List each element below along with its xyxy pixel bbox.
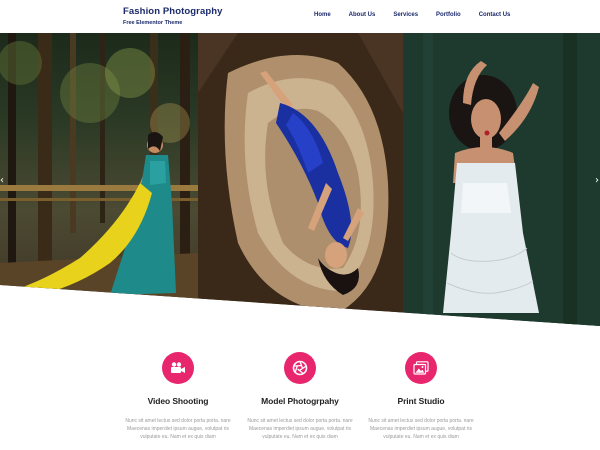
- teal-gown-photo: [0, 33, 198, 326]
- nav-item-about-us[interactable]: About Us: [349, 12, 376, 18]
- blue-dress-photo: [198, 33, 403, 326]
- feature-model-photography: Model Photogrpahy Nunc sit amet lectus s…: [240, 352, 360, 441]
- site-branding[interactable]: Fashion Photography Free Elementor Theme: [123, 6, 223, 26]
- site-tagline: Free Elementor Theme: [123, 20, 183, 26]
- feature-title: Model Photogrpahy: [261, 396, 339, 406]
- site-title[interactable]: Fashion Photography: [123, 6, 223, 17]
- hero-slides: [0, 33, 600, 326]
- nav-item-home[interactable]: Home: [314, 12, 331, 18]
- image-gallery-icon-badge: [405, 352, 437, 384]
- feature-description: Nunc sit amet lectus sed dolor porta por…: [125, 418, 231, 440]
- feature-title: Video Shooting: [147, 396, 209, 406]
- services-features: Video Shooting Nunc sit amet lectus sed …: [0, 352, 600, 450]
- nav-item-services[interactable]: Services: [393, 12, 418, 18]
- slider-prev-arrow[interactable]: ‹: [0, 175, 4, 186]
- slide-photo-white-dress: [403, 33, 600, 326]
- feature-title: Print Studio: [397, 396, 445, 406]
- camera-aperture-icon-badge: [284, 352, 316, 384]
- hero-slider: ‹ ›: [0, 33, 600, 330]
- main-navigation: Home About Us Services Portfolio Contact…: [314, 12, 528, 18]
- nav-item-contact-us[interactable]: Contact Us: [479, 12, 511, 18]
- feature-video-shooting: Video Shooting Nunc sit amet lectus sed …: [118, 352, 238, 441]
- feature-description: Nunc sit amet lectus sed dolor porta por…: [368, 418, 474, 440]
- video-camera-icon-badge: [162, 352, 194, 384]
- slide-photo-blue-dress: [198, 33, 403, 326]
- nav-item-portfolio[interactable]: Portfolio: [436, 12, 461, 18]
- video-camera-icon: [171, 362, 185, 373]
- feature-description: Nunc sit amet lectus sed dolor porta por…: [247, 418, 353, 440]
- chevron-right-icon: ›: [595, 175, 599, 186]
- chevron-left-icon: ‹: [0, 175, 4, 186]
- feature-print-studio: Print Studio Nunc sit amet lectus sed do…: [361, 352, 481, 441]
- slide-photo-teal-gown: [0, 33, 198, 326]
- image-gallery-icon: [413, 361, 429, 375]
- white-dress-photo: [403, 33, 600, 326]
- slider-next-arrow[interactable]: ›: [595, 175, 599, 186]
- camera-aperture-icon: [292, 360, 308, 376]
- site-header: Fashion Photography Free Elementor Theme…: [0, 0, 600, 33]
